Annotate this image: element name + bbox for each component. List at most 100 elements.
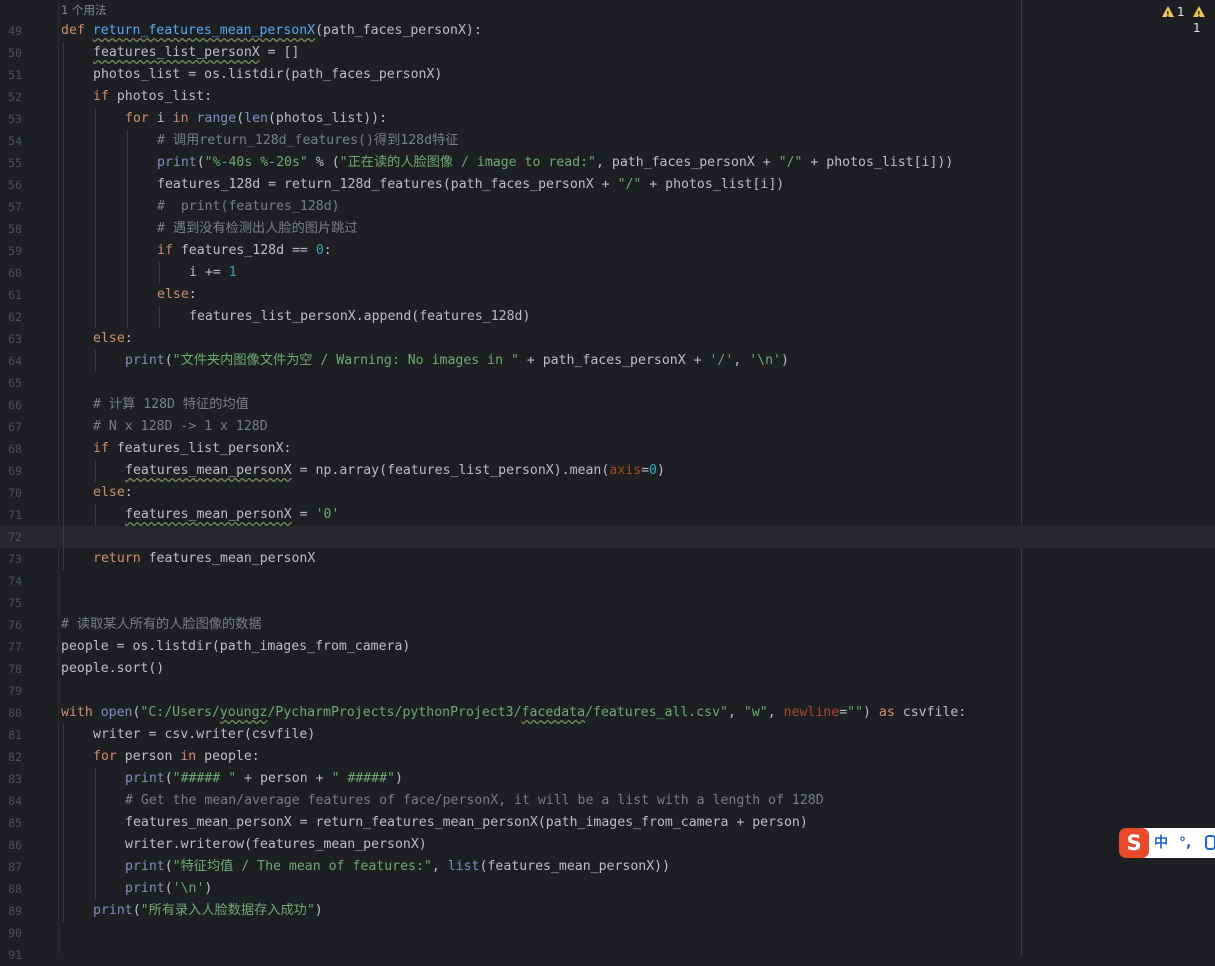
line-number: 87 xyxy=(8,860,22,874)
code-line[interactable]: 76 # 读取某人所有的人脸图像的数据 xyxy=(0,614,1215,636)
inspection-widget[interactable]: 1 xyxy=(1162,4,1185,23)
line-number: 72 xyxy=(8,530,22,544)
code-text[interactable]: if features_128d == 0: xyxy=(157,240,332,262)
code-token: facedata xyxy=(521,705,586,720)
code-line[interactable]: 90 xyxy=(0,922,1215,944)
code-text[interactable]: # 计算 128D 特征的均值 xyxy=(93,394,249,416)
code-text[interactable]: for i in range(len(photos_list)): xyxy=(125,108,387,130)
code-line[interactable]: 53 for i in range(len(photos_list)): xyxy=(0,108,1215,130)
code-line[interactable]: 77 people = os.listdir(path_images_from_c… xyxy=(0,636,1215,658)
code-line[interactable]: 73 return features_mean_personX xyxy=(0,548,1215,570)
code-text[interactable]: return features_mean_personX xyxy=(93,548,315,570)
code-line[interactable]: 54 # 调用return_128d_features()得到128d特征 xyxy=(0,130,1215,152)
code-text[interactable]: features_mean_personX = return_features_… xyxy=(125,812,808,834)
indent-guide xyxy=(63,724,64,922)
code-text[interactable]: # Get the mean/average features of face/… xyxy=(125,790,824,812)
code-line[interactable]: 72 xyxy=(0,526,1215,548)
code-text[interactable]: # print(features_128d) xyxy=(157,196,340,218)
code-text[interactable]: features_128d = return_128d_features(pat… xyxy=(157,174,784,196)
code-token: writer = csv.writer(csvfile) xyxy=(93,727,316,742)
code-text[interactable]: # 遇到没有检测出人脸的图片跳过 xyxy=(157,218,358,240)
code-line[interactable]: 79 xyxy=(0,680,1215,702)
code-line[interactable]: 82 for person in people: xyxy=(0,746,1215,768)
code-line[interactable]: 49 def return_features_mean_personX(path_… xyxy=(0,20,1215,42)
code-line[interactable]: 86 writer.writerow(features_mean_personX) xyxy=(0,834,1215,856)
code-line[interactable]: 59 if features_128d == 0: xyxy=(0,240,1215,262)
code-line[interactable]: 75 xyxy=(0,592,1215,614)
code-text[interactable]: print("特征均值 / The mean of features:", li… xyxy=(125,856,670,878)
code-line[interactable]: 89 print("所有录入人脸数据存入成功") xyxy=(0,900,1215,922)
code-text[interactable]: for person in people: xyxy=(93,746,260,768)
code-line[interactable]: 78 people.sort() xyxy=(0,658,1215,680)
code-line[interactable]: 83 print("##### " + person + " #####") xyxy=(0,768,1215,790)
code-text[interactable]: with open("C:/Users/youngz/PycharmProjec… xyxy=(61,702,966,724)
code-text[interactable]: people.sort() xyxy=(61,658,164,680)
code-token: print xyxy=(125,881,165,896)
code-text[interactable]: people = os.listdir(path_images_from_cam… xyxy=(61,636,410,658)
code-text[interactable]: features_list_personX.append(features_12… xyxy=(189,306,530,328)
code-line[interactable]: 69 features_mean_personX = np.array(featu… xyxy=(0,460,1215,482)
code-line[interactable]: 80 with open("C:/Users/youngz/PycharmProj… xyxy=(0,702,1215,724)
code-line[interactable]: 60 i += 1 xyxy=(0,262,1215,284)
usage-hint[interactable]: 1 个用法 xyxy=(61,0,106,20)
code-line[interactable]: 52 if photos_list: xyxy=(0,86,1215,108)
code-text[interactable]: # N x 128D -> 1 x 128D xyxy=(93,416,268,438)
code-text[interactable]: else: xyxy=(93,328,133,350)
warning-count: 1 xyxy=(1177,5,1185,19)
code-text[interactable]: else: xyxy=(157,284,197,306)
inspection-widget[interactable]: 1 xyxy=(1193,4,1215,35)
code-line[interactable]: 67 # N x 128D -> 1 x 128D xyxy=(0,416,1215,438)
code-token: 0 xyxy=(649,463,657,478)
code-line[interactable]: 58 # 遇到没有检测出人脸的图片跳过 xyxy=(0,218,1215,240)
code-text[interactable]: print("所有录入人脸数据存入成功") xyxy=(93,900,323,922)
code-line[interactable]: 51 photos_list = os.listdir(path_faces_pe… xyxy=(0,64,1215,86)
code-line[interactable]: 56 features_128d = return_128d_features(p… xyxy=(0,174,1215,196)
code-line[interactable]: 91 xyxy=(0,944,1215,966)
code-token: /PycharmProjects/pythonProject3/ xyxy=(267,705,522,720)
code-line[interactable]: 65 xyxy=(0,372,1215,394)
code-line[interactable]: 55 print("%-40s %-20s" % ("正在读的人脸图像 / ima… xyxy=(0,152,1215,174)
code-text[interactable]: i += 1 xyxy=(189,262,237,284)
code-line[interactable]: 85 features_mean_personX = return_feature… xyxy=(0,812,1215,834)
code-line[interactable]: 66 # 计算 128D 特征的均值 xyxy=(0,394,1215,416)
code-text[interactable]: features_list_personX = [] xyxy=(93,42,299,64)
ime-logo[interactable]: S xyxy=(1119,828,1149,858)
code-token: (features_mean_personX)) xyxy=(479,859,671,874)
ime-language-toggle[interactable]: 中 xyxy=(1154,828,1168,858)
code-line[interactable]: 71 features_mean_personX = '0' xyxy=(0,504,1215,526)
code-text[interactable]: writer.writerow(features_mean_personX) xyxy=(125,834,427,856)
code-editor[interactable]: 1 个用法 1 1 49 def return_features_mean_per… xyxy=(0,0,1215,962)
code-line[interactable]: 84 # Get the mean/average features of fac… xyxy=(0,790,1215,812)
code-line[interactable]: 87 print("特征均值 / The mean of features:", … xyxy=(0,856,1215,878)
code-token: + person + xyxy=(236,771,332,786)
code-text[interactable]: features_mean_personX = np.array(feature… xyxy=(125,460,665,482)
code-text[interactable]: if features_list_personX: xyxy=(93,438,292,460)
code-text[interactable]: # 读取某人所有的人脸图像的数据 xyxy=(61,614,262,636)
code-text[interactable]: photos_list = os.listdir(path_faces_pers… xyxy=(93,64,442,86)
code-text[interactable]: # 调用return_128d_features()得到128d特征 xyxy=(157,130,458,152)
code-line[interactable]: 88 print('\n') xyxy=(0,878,1215,900)
code-line[interactable]: 62 features_list_personX.append(features_… xyxy=(0,306,1215,328)
code-line[interactable]: 64 print("文件夹内图像文件为空 / Warning: No images… xyxy=(0,350,1215,372)
code-text[interactable]: print("%-40s %-20s" % ("正在读的人脸图像 / image… xyxy=(157,152,953,174)
code-line[interactable]: 81 writer = csv.writer(csvfile) xyxy=(0,724,1215,746)
code-line[interactable]: 61 else: xyxy=(0,284,1215,306)
code-line[interactable]: 63 else: xyxy=(0,328,1215,350)
ime-punctuation-toggle[interactable]: °, xyxy=(1179,828,1191,858)
code-text[interactable]: print('\n') xyxy=(125,878,212,900)
code-text[interactable]: writer = csv.writer(csvfile) xyxy=(93,724,315,746)
code-text[interactable]: def return_features_mean_personX(path_fa… xyxy=(61,20,482,42)
code-line[interactable]: 74 xyxy=(0,570,1215,592)
code-line[interactable]: 57 # print(features_128d) xyxy=(0,196,1215,218)
ime-toolbar[interactable]: S 中 °, xyxy=(1119,828,1215,858)
microphone-icon[interactable] xyxy=(1205,835,1215,850)
line-number: 89 xyxy=(8,904,22,918)
code-line[interactable]: 50 features_list_personX = [] xyxy=(0,42,1215,64)
code-line[interactable]: 68 if features_list_personX: xyxy=(0,438,1215,460)
code-line[interactable]: 70 else: xyxy=(0,482,1215,504)
code-text[interactable]: else: xyxy=(93,482,133,504)
code-text[interactable]: print("##### " + person + " #####") xyxy=(125,768,403,790)
code-text[interactable]: features_mean_personX = '0' xyxy=(125,504,339,526)
code-text[interactable]: print("文件夹内图像文件为空 / Warning: No images i… xyxy=(125,350,789,372)
code-text[interactable]: if photos_list: xyxy=(93,86,212,108)
